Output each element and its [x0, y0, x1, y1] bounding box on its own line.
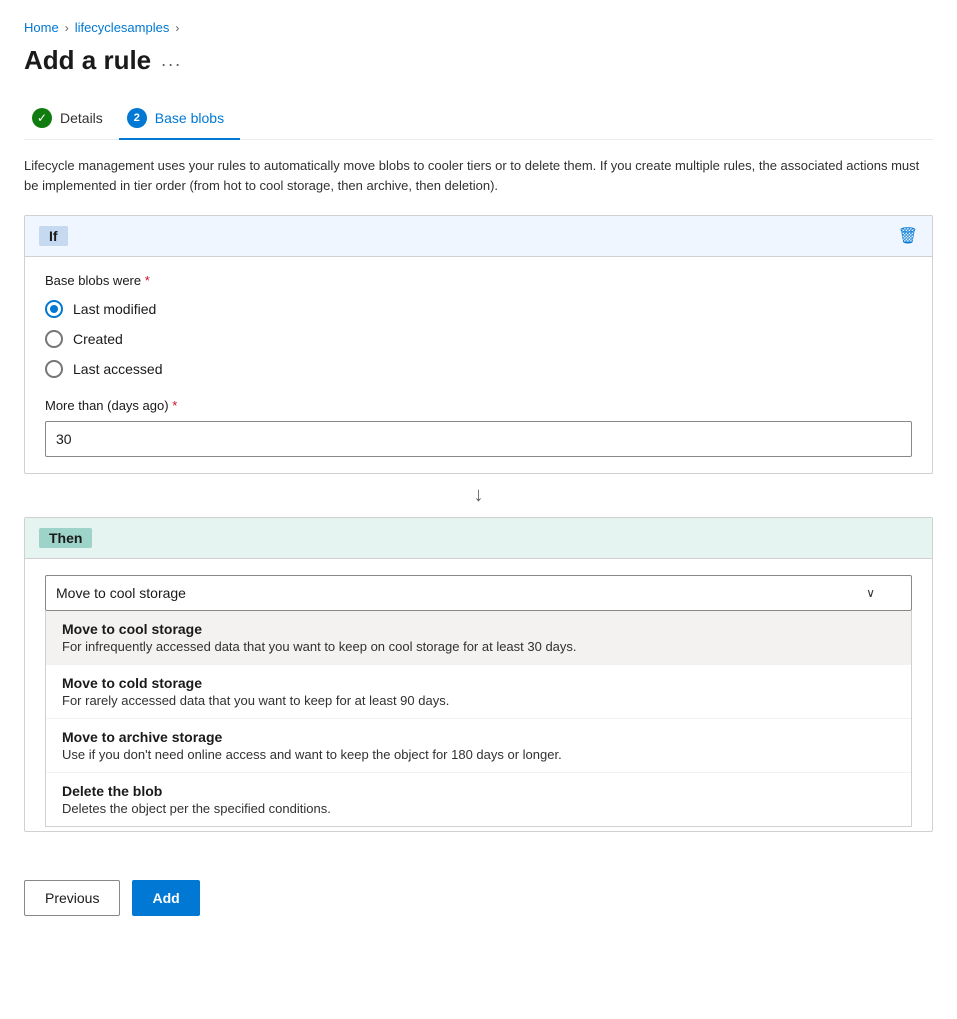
- option-cold-storage-desc: For rarely accessed data that you want t…: [62, 693, 895, 708]
- radio-created-input[interactable]: [45, 330, 63, 348]
- then-selected-value: Move to cool storage: [56, 585, 186, 601]
- option-cold-storage[interactable]: Move to cold storage For rarely accessed…: [46, 665, 911, 719]
- option-archive-storage[interactable]: Move to archive storage Use if you don't…: [46, 719, 911, 773]
- tab-details-label: Details: [60, 110, 103, 126]
- description-text: Lifecycle management uses your rules to …: [24, 156, 924, 195]
- option-archive-storage-title: Move to archive storage: [62, 729, 895, 745]
- tab-details[interactable]: ✓ Details: [24, 100, 119, 140]
- then-card: Then Move to cool storage ∨ Move to cool…: [24, 517, 933, 832]
- details-check-icon: ✓: [32, 108, 52, 128]
- if-body: Base blobs were * Last modified Created …: [25, 257, 932, 473]
- arrow-divider: ↓: [24, 474, 933, 517]
- radio-last-modified[interactable]: Last modified: [45, 300, 912, 318]
- option-delete-blob-desc: Deletes the object per the specified con…: [62, 801, 895, 816]
- radio-last-accessed-input[interactable]: [45, 360, 63, 378]
- then-select-wrapper: Move to cool storage ∨ Move to cool stor…: [45, 575, 912, 827]
- option-archive-storage-desc: Use if you don't need online access and …: [62, 747, 895, 762]
- breadcrumb-sep2: ›: [175, 21, 179, 35]
- base-blobs-badge: 2: [127, 108, 147, 128]
- more-than-label: More than (days ago) *: [45, 398, 912, 413]
- option-cold-storage-title: Move to cold storage: [62, 675, 895, 691]
- radio-group: Last modified Created Last accessed: [45, 300, 912, 378]
- then-label: Then: [39, 528, 92, 548]
- base-blobs-were-label: Base blobs were *: [45, 273, 912, 288]
- down-arrow-icon: ↓: [474, 484, 484, 507]
- if-label: If: [39, 226, 68, 246]
- more-options-button[interactable]: ...: [161, 50, 182, 71]
- breadcrumb-lifecycle[interactable]: lifecyclesamples: [75, 20, 170, 35]
- previous-button[interactable]: Previous: [24, 880, 120, 916]
- delete-if-button[interactable]: 🗑: [898, 226, 918, 246]
- page-title-area: Add a rule ...: [24, 45, 933, 76]
- radio-created[interactable]: Created: [45, 330, 912, 348]
- add-button[interactable]: Add: [132, 880, 199, 916]
- option-cool-storage-title: Move to cool storage: [62, 621, 895, 637]
- if-header: If 🗑: [25, 216, 932, 257]
- tabs-bar: ✓ Details 2 Base blobs: [24, 100, 933, 140]
- required-marker: *: [145, 273, 150, 288]
- then-header: Then: [25, 518, 932, 559]
- page-title: Add a rule: [24, 45, 151, 76]
- radio-last-modified-label: Last modified: [73, 301, 156, 317]
- tab-base-blobs-label: Base blobs: [155, 110, 224, 126]
- radio-created-label: Created: [73, 331, 123, 347]
- option-delete-blob[interactable]: Delete the blob Deletes the object per t…: [46, 773, 911, 826]
- radio-last-accessed[interactable]: Last accessed: [45, 360, 912, 378]
- if-card: If 🗑 Base blobs were * Last modified Cre…: [24, 215, 933, 474]
- breadcrumb: Home › lifecyclesamples ›: [24, 20, 933, 35]
- then-select[interactable]: Move to cool storage ∨: [45, 575, 912, 611]
- breadcrumb-sep1: ›: [65, 21, 69, 35]
- option-delete-blob-title: Delete the blob: [62, 783, 895, 799]
- chevron-down-icon: ∨: [866, 586, 875, 600]
- radio-last-accessed-label: Last accessed: [73, 361, 163, 377]
- footer-buttons: Previous Add: [24, 864, 933, 916]
- option-cool-storage-desc: For infrequently accessed data that you …: [62, 639, 895, 654]
- option-cool-storage[interactable]: Move to cool storage For infrequently ac…: [46, 611, 911, 665]
- then-dropdown: Move to cool storage For infrequently ac…: [45, 611, 912, 827]
- days-ago-input[interactable]: [45, 421, 912, 457]
- radio-last-modified-input[interactable]: [45, 300, 63, 318]
- breadcrumb-home[interactable]: Home: [24, 20, 59, 35]
- then-body: Move to cool storage ∨ Move to cool stor…: [25, 559, 932, 831]
- tab-base-blobs[interactable]: 2 Base blobs: [119, 100, 240, 140]
